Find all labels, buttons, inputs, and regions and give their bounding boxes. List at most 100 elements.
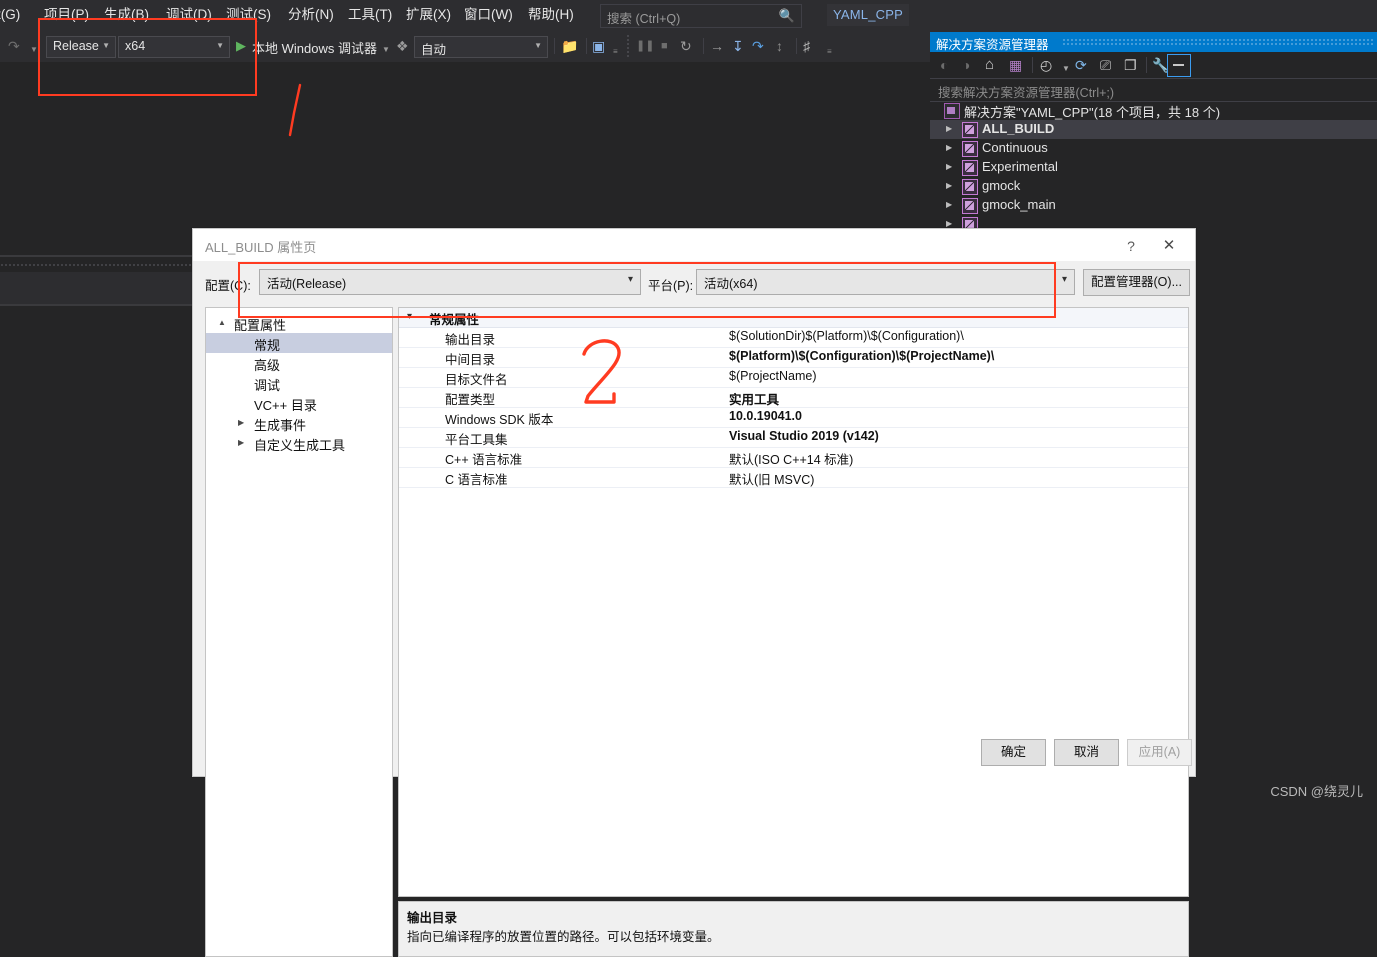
configuration-select[interactable]: 活动(Release) ▾ bbox=[259, 269, 641, 295]
menu-item-build[interactable]: 生成(B) bbox=[104, 6, 149, 24]
menu-item-test[interactable]: 测试(S) bbox=[226, 6, 271, 24]
expander-icon[interactable]: ▶ bbox=[946, 143, 952, 152]
property-value[interactable]: 10.0.19041.0 bbox=[729, 409, 802, 423]
expander-icon[interactable]: ▶ bbox=[946, 124, 952, 133]
menu-item-help[interactable]: 帮助(H) bbox=[528, 6, 574, 24]
prop-tree-item-vc-directories[interactable]: VC++ 目录 bbox=[206, 393, 392, 413]
undo-dropdown-icon[interactable]: ▼ bbox=[30, 40, 38, 60]
overflow-chevron-icon[interactable]: ≡ bbox=[827, 42, 832, 62]
collapse-pane-button[interactable] bbox=[1167, 54, 1191, 77]
toolbar-gripper bbox=[626, 34, 630, 58]
tree-item-gmock[interactable]: ▶ gmock bbox=[930, 177, 1377, 196]
expander-icon[interactable]: ▶ bbox=[946, 219, 952, 228]
tree-item-experimental[interactable]: ▶ Experimental bbox=[930, 158, 1377, 177]
property-grid: ▾ 常规属性 输出目录 $(SolutionDir)$(Platform)\$(… bbox=[398, 307, 1189, 897]
expander-icon[interactable]: ▶ bbox=[238, 438, 244, 447]
solution-explorer-titlebar[interactable]: 解决方案资源管理器 bbox=[930, 32, 1377, 52]
step-out-icon[interactable]: ↷ bbox=[752, 36, 764, 56]
configuration-select-value: 活动(Release) bbox=[267, 277, 347, 291]
solution-view-icon[interactable]: ▦ bbox=[1009, 56, 1022, 74]
step-over-icon[interactable]: → bbox=[710, 36, 724, 56]
pause-icon[interactable]: ❚❚ bbox=[636, 36, 654, 56]
help-icon[interactable]: ? bbox=[1119, 235, 1143, 257]
diagnostic-icon[interactable]: ♯ bbox=[803, 36, 810, 56]
prop-tree-item-advanced[interactable]: 高级 bbox=[206, 353, 392, 373]
expander-icon[interactable]: ▶ bbox=[238, 418, 244, 427]
show-all-files-icon[interactable]: ❐ bbox=[1124, 56, 1137, 74]
menu-item-extensions[interactable]: 扩展(X) bbox=[406, 6, 451, 24]
dialog-title: ALL_BUILD 属性页 bbox=[205, 240, 317, 255]
undo-arrow-icon[interactable]: ↷ bbox=[8, 36, 20, 56]
property-value[interactable]: 默认(旧 MSVC) bbox=[729, 469, 814, 488]
configuration-combo[interactable]: Release ▼ bbox=[46, 36, 116, 58]
chevron-down-icon[interactable]: ▼ bbox=[1062, 60, 1070, 78]
prop-tree-label: 调试 bbox=[254, 378, 281, 393]
menu-item-project[interactable]: 项目(P) bbox=[44, 6, 89, 24]
back-icon[interactable]: ◐ bbox=[940, 56, 948, 74]
property-value[interactable]: $(Platform)\$(Configuration)\$(ProjectNa… bbox=[729, 349, 994, 363]
property-value[interactable]: Visual Studio 2019 (v142) bbox=[729, 429, 879, 443]
start-debug-label[interactable]: 本地 Windows 调试器 bbox=[252, 38, 377, 57]
property-row-windows-sdk-version[interactable]: Windows SDK 版本 10.0.19041.0 bbox=[399, 408, 1188, 428]
menu-item-window[interactable]: 窗口(W) bbox=[464, 6, 513, 24]
stop-icon[interactable]: ■ bbox=[661, 36, 668, 56]
prop-tree-item-build-events[interactable]: ▶ 生成事件 bbox=[206, 413, 392, 433]
restart-icon[interactable]: ↻ bbox=[680, 36, 692, 56]
property-row-c-language-standard[interactable]: C 语言标准 默认(旧 MSVC) bbox=[399, 468, 1188, 488]
forward-icon[interactable]: ◑ bbox=[962, 56, 970, 74]
global-search-input[interactable]: 搜索 (Ctrl+Q) 🔍 bbox=[600, 4, 802, 28]
property-row-platform-toolset[interactable]: 平台工具集 Visual Studio 2019 (v142) bbox=[399, 428, 1188, 448]
menu-bar: it(G) 项目(P) 生成(B) 调试(D) 测试(S) 分析(N) 工具(T… bbox=[0, 0, 1377, 30]
property-row-target-name[interactable]: 目标文件名 $(ProjectName) bbox=[399, 368, 1188, 388]
ok-button[interactable]: 确定 bbox=[981, 739, 1046, 766]
platform-select[interactable]: 活动(x64) ▾ bbox=[696, 269, 1075, 295]
property-value[interactable]: 默认(ISO C++14 标准) bbox=[729, 449, 853, 468]
property-row-output-directory[interactable]: 输出目录 $(SolutionDir)$(Platform)\$(Configu… bbox=[399, 328, 1188, 348]
home-icon[interactable]: ⌂ bbox=[985, 56, 994, 74]
property-value[interactable]: $(ProjectName) bbox=[729, 369, 817, 383]
expander-icon[interactable]: ▲ bbox=[218, 318, 226, 327]
property-value[interactable]: 实用工具 bbox=[729, 389, 779, 408]
chevron-down-icon[interactable]: ▼ bbox=[382, 40, 390, 60]
property-grid-group-header[interactable]: ▾ 常规属性 bbox=[399, 308, 1188, 328]
menu-item-analyze[interactable]: 分析(N) bbox=[288, 6, 334, 24]
platform-combo[interactable]: x64 ▼ bbox=[118, 36, 230, 58]
apply-button[interactable]: 应用(A) bbox=[1127, 739, 1192, 766]
menu-item-tools[interactable]: 工具(T) bbox=[348, 6, 392, 24]
document-tab-yaml-cpp[interactable]: YAML_CPP bbox=[827, 4, 909, 26]
tree-item-gmock-main[interactable]: ▶ gmock_main bbox=[930, 196, 1377, 215]
cancel-button[interactable]: 取消 bbox=[1054, 739, 1119, 766]
play-triangle-icon[interactable]: ▶ bbox=[236, 36, 246, 56]
hot-reload-icon[interactable]: ❖ bbox=[396, 36, 409, 56]
property-value[interactable]: $(SolutionDir)$(Platform)\$(Configuratio… bbox=[729, 329, 964, 343]
solution-explorer-search-input[interactable]: 搜索解决方案资源管理器(Ctrl+;) bbox=[930, 78, 1377, 102]
tree-item-all-build[interactable]: ▶ ALL_BUILD bbox=[930, 120, 1377, 139]
step-into-icon[interactable]: ↧ bbox=[732, 36, 744, 56]
prop-tree-item-debugging[interactable]: 调试 bbox=[206, 373, 392, 393]
menu-item-debug[interactable]: 调试(D) bbox=[166, 6, 212, 24]
pending-changes-icon[interactable]: ◴ bbox=[1040, 56, 1052, 74]
expander-icon[interactable]: ▶ bbox=[946, 162, 952, 171]
collapse-all-icon[interactable]: ⎚ bbox=[1100, 56, 1111, 74]
property-row-configuration-type[interactable]: 配置类型 实用工具 bbox=[399, 388, 1188, 408]
refresh-icon[interactable]: ⟳ bbox=[1075, 56, 1087, 74]
configuration-manager-button[interactable]: 配置管理器(O)... bbox=[1083, 269, 1190, 296]
prop-tree-item-general[interactable]: 常规 bbox=[206, 333, 392, 353]
solution-root-row[interactable]: 解决方案"YAML_CPP"(18 个项目，共 18 个) bbox=[930, 101, 1377, 120]
description-body: 指向已编译程序的放置位置的路径。可以包括环境变量。 bbox=[407, 930, 720, 944]
frame-window-icon[interactable]: ▣ bbox=[592, 36, 605, 56]
expander-icon[interactable]: ▶ bbox=[946, 200, 952, 209]
menu-item-git[interactable]: it(G) bbox=[0, 6, 20, 24]
tree-item-continuous[interactable]: ▶ Continuous bbox=[930, 139, 1377, 158]
prop-tree-item-custom-build-tool[interactable]: ▶ 自定义生成工具 bbox=[206, 433, 392, 453]
close-icon[interactable]: ✕ bbox=[1155, 235, 1183, 257]
prop-tree-item-configuration-properties[interactable]: ▲ 配置属性 bbox=[206, 313, 392, 333]
platform-combo-value: x64 bbox=[125, 39, 146, 53]
property-row-intermediate-directory[interactable]: 中间目录 $(Platform)\$(Configuration)\$(Proj… bbox=[399, 348, 1188, 368]
step-up-icon[interactable]: ↕ bbox=[776, 36, 783, 56]
property-row-cpp-language-standard[interactable]: C++ 语言标准 默认(ISO C++14 标准) bbox=[399, 448, 1188, 468]
overflow-chevron-icon[interactable]: ≡ bbox=[613, 42, 618, 62]
expander-icon[interactable]: ▶ bbox=[946, 181, 952, 190]
process-combo[interactable]: 自动 ▼ bbox=[414, 36, 548, 58]
folder-search-icon[interactable]: 📁 bbox=[561, 36, 578, 56]
